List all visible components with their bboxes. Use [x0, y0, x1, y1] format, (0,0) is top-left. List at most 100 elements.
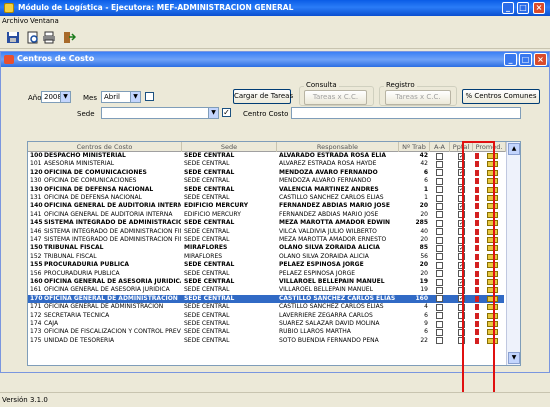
- minimize-child-button[interactable]: _: [504, 53, 517, 66]
- row-aa-checkbox[interactable]: [436, 219, 443, 227]
- row-aa-checkbox[interactable]: [436, 194, 443, 202]
- table-row[interactable]: 101 ASESORIA MINISTERIAL SEDE CENTRAL ALVAR…: [28, 160, 504, 168]
- maximize-window-button[interactable]: □: [517, 2, 529, 14]
- table-row[interactable]: 161 OFICINA GENERAL DE ASESORIA JURIDICA S…: [28, 286, 504, 294]
- menu-ventana[interactable]: Ventana: [30, 17, 59, 25]
- table-row[interactable]: 171 OFICINA GENERAL DE ADMINISTRACION SEDE…: [28, 303, 504, 311]
- row-aa-checkbox[interactable]: [436, 337, 443, 345]
- row-name: PROCURADURIA PUBLICA: [44, 269, 120, 277]
- consulta-tareas-button[interactable]: Tareas x C.C.: [304, 90, 367, 105]
- row-aa-checkbox[interactable]: [436, 169, 443, 177]
- sede-checkbox[interactable]: ✓: [222, 108, 231, 117]
- preview-icon[interactable]: [26, 31, 40, 44]
- year-select[interactable]: 2008 ▼: [41, 91, 71, 103]
- chevron-down-icon: ▼: [208, 108, 218, 118]
- table-row[interactable]: 130 OFICINA DE COMUNICACIONES SEDE CENTRAL…: [28, 177, 504, 185]
- row-num-trab: 6: [423, 168, 428, 176]
- row-aa-checkbox[interactable]: [436, 286, 443, 294]
- table-row[interactable]: 130 OFICINA DE DEFENSA NACIONAL SEDE CENTR…: [28, 186, 504, 194]
- menu-archivo[interactable]: Archivo: [2, 17, 28, 25]
- row-name: OFICINA GENERAL DE AUDITORIA INTERNA: [44, 210, 173, 218]
- month-select[interactable]: Abril ▼: [101, 91, 141, 103]
- row-aa-checkbox[interactable]: [436, 303, 443, 311]
- table-row[interactable]: 156 PROCURADURIA PUBLICA SEDE CENTRAL PELAE…: [28, 270, 504, 278]
- table-row[interactable]: 120 OFICINA DE COMUNICACIONES SEDE CENTRAL…: [28, 169, 504, 177]
- print-icon[interactable]: [42, 31, 56, 44]
- exit-icon[interactable]: [62, 31, 76, 44]
- registro-tareas-button[interactable]: Tareas x C.C.: [385, 90, 451, 105]
- centros-costo-grid[interactable]: Centros de Costo Sede Responsable Nº Trab A-…: [27, 141, 521, 366]
- row-name: OFICINA DE COMUNICACIONES: [44, 177, 137, 185]
- table-row[interactable]: 150 TRIBUNAL FISCAL MIRAFLORES OLANO SILVA …: [28, 244, 504, 252]
- table-row[interactable]: 160 OFICINA GENERAL DE ASESORIA JURIDICA S…: [28, 278, 504, 286]
- child-title: Centros de Costo: [17, 54, 95, 63]
- row-aa-checkbox[interactable]: [436, 295, 443, 303]
- save-icon[interactable]: [6, 31, 20, 44]
- row-aa-checkbox[interactable]: [436, 320, 443, 328]
- scroll-down-icon[interactable]: ▼: [508, 352, 520, 364]
- row-sede: SEDE CENTRAL: [184, 219, 235, 227]
- row-num-trab: 22: [420, 336, 428, 344]
- table-row[interactable]: 175 UNIDAD DE TESORERIA SEDE CENTRAL SOTO B…: [28, 337, 504, 345]
- row-aa-checkbox[interactable]: [436, 177, 443, 185]
- cargar-tareas-button[interactable]: Cargar de Tareas: [233, 89, 293, 104]
- row-aa-checkbox[interactable]: [436, 186, 443, 194]
- row-name: OFICINA DE COMUNICACIONES: [44, 168, 147, 176]
- row-num-trab: 20: [420, 210, 428, 218]
- row-aa-checkbox[interactable]: [436, 152, 443, 160]
- table-row[interactable]: 131 OFICINA DE DEFENSA NACIONAL SEDE CENTR…: [28, 194, 504, 202]
- row-aa-checkbox[interactable]: [436, 261, 443, 269]
- table-row[interactable]: 146 SISTEMA INTEGRADO DE ADMINISTRACION F…: [28, 228, 504, 236]
- row-aa-checkbox[interactable]: [436, 236, 443, 244]
- row-aa-checkbox[interactable]: [436, 278, 443, 286]
- centro-costo-input[interactable]: [291, 107, 521, 119]
- row-responsable: FERNANDEZ ABDIAS MARIO JOSE: [279, 210, 379, 218]
- table-row[interactable]: 141 OFICINA GENERAL DE AUDITORIA INTERNA E…: [28, 211, 504, 219]
- col-responsable-header[interactable]: Responsable: [277, 142, 399, 152]
- row-aa-checkbox[interactable]: [436, 328, 443, 336]
- table-row[interactable]: 155 PROCURADURIA PUBLICA SEDE CENTRAL PELAE…: [28, 261, 504, 269]
- row-aa-checkbox[interactable]: [436, 312, 443, 320]
- row-aa-checkbox[interactable]: [436, 244, 443, 252]
- child-titlebar: Centros de Costo _ □ ×: [1, 52, 549, 67]
- row-aa-checkbox[interactable]: [436, 202, 443, 210]
- table-row[interactable]: 172 SECRETARIA TECNICA SEDE CENTRAL LAVERRI…: [28, 312, 504, 320]
- table-row[interactable]: 170 OFICINA GENERAL DE ADMINISTRACION SEDE…: [28, 294, 504, 304]
- row-name: OFICINA DE FISCALIZACION Y CONTROL PREVI…: [44, 328, 181, 336]
- col-sede-header[interactable]: Sede: [182, 142, 277, 152]
- sede-label: Sede: [77, 110, 95, 118]
- row-aa-checkbox[interactable]: [436, 160, 443, 168]
- row-num-trab: 42: [419, 152, 428, 159]
- row-aa-checkbox[interactable]: [436, 270, 443, 278]
- row-name: TRIBUNAL FISCAL: [44, 252, 97, 260]
- maximize-child-button[interactable]: □: [519, 53, 532, 66]
- row-aa-checkbox[interactable]: [436, 211, 443, 219]
- sede-select[interactable]: ▼: [101, 107, 219, 119]
- scroll-up-icon[interactable]: ▲: [508, 143, 520, 155]
- table-row[interactable]: 173 OFICINA DE FISCALIZACION Y CONTROL PR…: [28, 328, 504, 336]
- centros-comunes-button[interactable]: % Centros Comunes: [462, 89, 540, 104]
- minimize-window-button[interactable]: _: [502, 2, 514, 14]
- vertical-scrollbar[interactable]: ▲ ▼: [506, 142, 520, 365]
- table-row[interactable]: 140 OFICINA GENERAL DE AUDITORIA INTERNA E…: [28, 202, 504, 210]
- table-row[interactable]: 152 TRIBUNAL FISCAL MIRAFLORES OLANO SILVA …: [28, 253, 504, 261]
- row-sede: SEDE CENTRAL: [184, 269, 230, 277]
- close-child-button[interactable]: ×: [534, 53, 547, 66]
- table-row[interactable]: 147 SISTEMA INTEGRADO DE ADMINISTRACION F…: [28, 236, 504, 244]
- col-num-trab-header[interactable]: Nº Trab: [399, 142, 430, 152]
- row-aa-checkbox[interactable]: [436, 228, 443, 236]
- close-window-button[interactable]: ×: [533, 2, 545, 14]
- table-row[interactable]: 174 CAJA SEDE CENTRAL SUAREZ SALAZAR DAVID …: [28, 320, 504, 328]
- col-centros-costo-header[interactable]: Centros de Costo: [28, 142, 182, 152]
- row-sede: EDIFICIO MERCURY: [184, 202, 249, 210]
- row-num-trab: 6: [424, 328, 428, 336]
- month-checkbox[interactable]: [145, 92, 154, 101]
- table-row[interactable]: 145SISTEMA INTEGRADO DE ADMINISTRACION F…: [28, 219, 504, 227]
- row-aa-checkbox[interactable]: [436, 253, 443, 261]
- col-aa-header[interactable]: A-A: [430, 142, 450, 152]
- table-row[interactable]: 100 DESPACHO MINISTERIAL SEDE CENTRAL ALVAR…: [28, 152, 504, 160]
- row-responsable: CASTILLO SANCHEZ CARLOS ELIAS: [279, 294, 396, 302]
- row-responsable: MEZA MAROTTA AMADOR ERNESTO: [279, 236, 387, 243]
- row-name: DESPACHO MINISTERIAL: [44, 152, 126, 159]
- row-responsable: SOTO BUENDIA FERNANDO PEÑA: [279, 336, 379, 344]
